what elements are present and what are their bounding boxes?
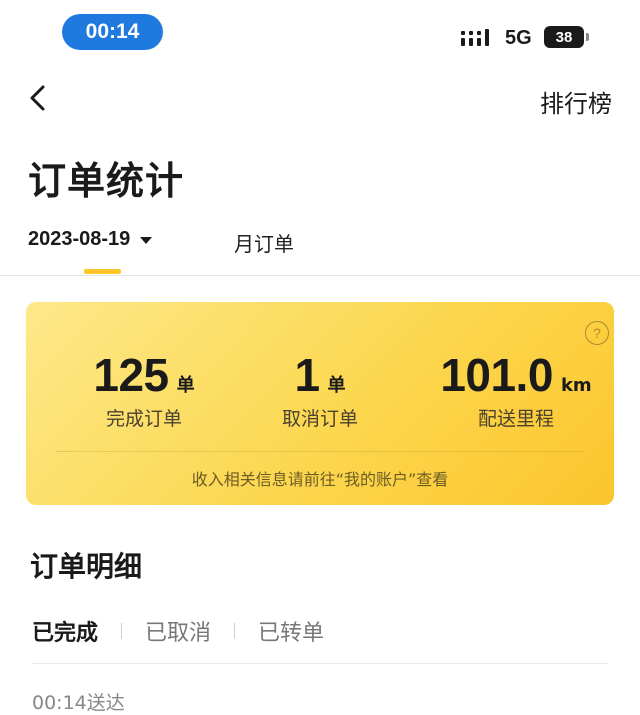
date-tab-label: 2023-08-19 — [28, 228, 131, 250]
tab-separator — [121, 623, 123, 639]
tab-cancelled[interactable]: 已取消 — [145, 615, 211, 647]
stat-label: 完成订单 — [105, 408, 182, 430]
date-tab[interactable]: 2023-08-19 — [28, 228, 153, 251]
stat-label: 取消订单 — [281, 408, 358, 430]
tab-transferred[interactable]: 已转单 — [258, 615, 324, 647]
caret-down-icon — [140, 237, 153, 244]
card-divider — [56, 451, 584, 452]
stat-value: 125 — [93, 349, 169, 401]
stat-value: 1 — [294, 349, 320, 401]
stat-unit: 单 — [176, 375, 195, 396]
stat-completed-orders: 125 单 完成订单 — [46, 348, 242, 431]
divider — [32, 663, 608, 664]
stat-delivery-distance: 101.0 km 配送里程 — [418, 348, 614, 431]
stat-label: 配送里程 — [477, 408, 554, 430]
ranking-link[interactable]: 排行榜 — [540, 84, 612, 119]
tab-separator — [234, 623, 236, 639]
stat-unit: km — [560, 375, 592, 396]
order-filter-tabs: 已完成 已取消 已转单 — [32, 615, 324, 647]
active-tab-indicator — [84, 269, 121, 274]
network-type: 5G — [505, 27, 532, 49]
section-title-order-details: 订单明细 — [30, 550, 143, 583]
stat-cancelled-orders: 1 单 取消订单 — [222, 348, 418, 431]
stat-value: 101.0 — [440, 349, 553, 401]
signal-icon — [461, 29, 489, 46]
divider — [0, 275, 640, 276]
chevron-left-icon[interactable] — [26, 84, 54, 112]
tab-completed[interactable]: 已完成 — [32, 615, 98, 647]
battery-icon: 38 — [544, 26, 584, 48]
stat-unit: 单 — [327, 375, 346, 396]
help-icon[interactable]: ? — [585, 321, 609, 345]
battery-cap — [586, 33, 589, 41]
order-delivery-time[interactable]: 00:14送达 — [32, 688, 125, 715]
income-note: 收入相关信息请前往“我的账户”查看 — [191, 470, 449, 489]
status-time: 00:14 — [62, 14, 163, 50]
tab-month-orders[interactable]: 月订单 — [234, 228, 294, 257]
page-title: 订单统计 — [28, 159, 185, 203]
